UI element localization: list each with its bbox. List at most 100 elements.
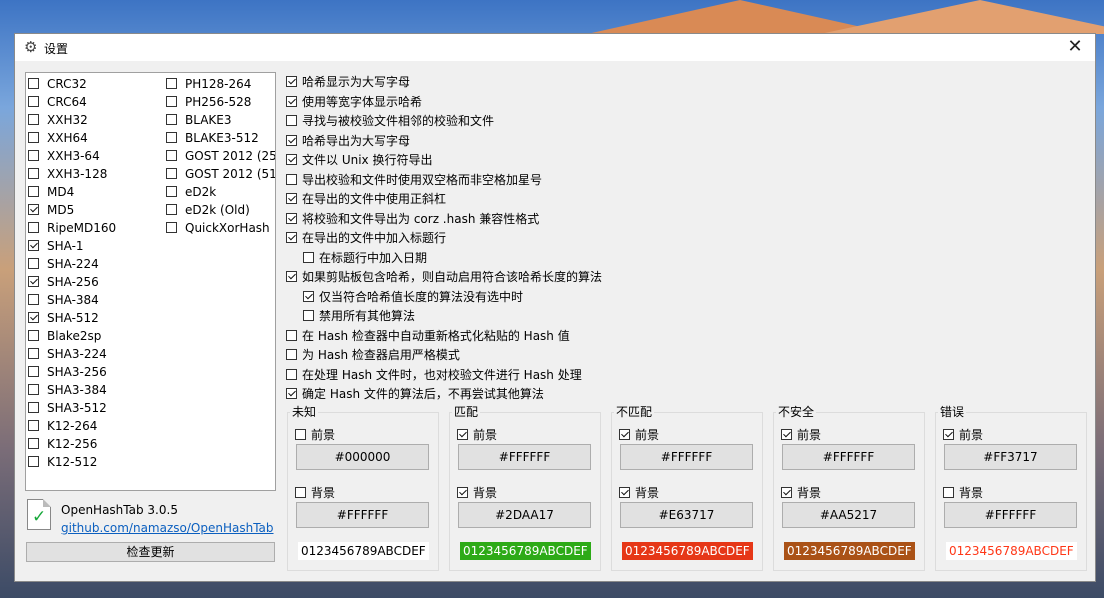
algorithm-list: CRC32 CRC64 XXH32 XXH64 XXH3-64 XXH3-128 MD4 MD… <box>25 72 276 491</box>
algorithm-checkbox[interactable] <box>28 78 39 89</box>
algorithm-checkbox[interactable] <box>28 402 39 413</box>
algorithm-checkbox[interactable] <box>28 96 39 107</box>
algorithm-checkbox[interactable] <box>166 150 177 161</box>
option-checkbox[interactable] <box>286 115 297 126</box>
algorithm-label: SHA-512 <box>47 311 99 325</box>
foreground-label: 前景 <box>635 428 660 442</box>
algorithm-label: XXH32 <box>47 113 88 127</box>
foreground-checkbox[interactable] <box>457 429 468 440</box>
option-checkbox[interactable] <box>286 193 297 204</box>
color-preview: 0123456789ABCDEF <box>622 542 753 560</box>
algorithm-label: SHA3-256 <box>47 365 107 379</box>
background-color-button[interactable]: #AA5217 <box>782 502 915 528</box>
option-checkbox[interactable] <box>286 388 297 399</box>
algorithm-checkbox[interactable] <box>166 168 177 179</box>
option-label: 为 Hash 检查器启用严格模式 <box>302 348 460 362</box>
option-label: 确定 Hash 文件的算法后，不再尝试其他算法 <box>302 387 544 401</box>
option-checkbox[interactable] <box>303 251 314 263</box>
option-checkbox[interactable] <box>286 76 297 87</box>
background-color-button[interactable]: #2DAA17 <box>458 502 591 528</box>
foreground-checkbox[interactable] <box>295 429 306 440</box>
color-group: 不匹配 前景 #FFFFFF 背景 #E63717 0123456789ABCDEF <box>611 405 763 571</box>
algorithm-checkbox[interactable] <box>28 240 39 251</box>
option-label: 哈希导出为大写字母 <box>302 133 411 148</box>
algorithm-checkbox[interactable] <box>166 96 177 107</box>
algorithm-checkbox[interactable] <box>28 168 39 179</box>
algorithm-checkbox[interactable] <box>28 366 39 377</box>
option-checkbox[interactable] <box>286 95 297 107</box>
option-checkbox[interactable] <box>286 329 297 341</box>
foreground-color-button[interactable]: #FFFFFF <box>782 444 915 470</box>
algorithm-checkbox[interactable] <box>166 78 177 89</box>
option-label: 寻找与被校验文件相邻的校验和文件 <box>302 114 495 128</box>
algorithm-checkbox[interactable] <box>28 186 39 197</box>
algorithm-checkbox[interactable] <box>28 456 39 467</box>
algorithm-checkbox[interactable] <box>28 348 39 359</box>
algorithm-checkbox[interactable] <box>28 258 39 269</box>
gear-icon: ⚙ <box>24 38 38 56</box>
option-checkbox[interactable] <box>286 154 297 165</box>
background-checkbox[interactable] <box>457 487 468 498</box>
option-checkbox[interactable] <box>286 368 297 380</box>
algorithm-checkbox[interactable] <box>28 294 39 305</box>
algorithm-checkbox[interactable] <box>28 312 39 323</box>
option-label: 哈希显示为大写字母 <box>302 75 411 89</box>
foreground-color-button[interactable]: #FF3717 <box>944 444 1077 470</box>
algorithm-checkbox[interactable] <box>166 186 177 197</box>
github-link[interactable]: github.com/namazso/OpenHashTab <box>61 521 274 535</box>
color-preview: 0123456789ABCDEF <box>946 542 1077 560</box>
foreground-color-button[interactable]: #000000 <box>296 444 429 470</box>
algorithm-checkbox[interactable] <box>28 420 39 431</box>
option-checkbox[interactable] <box>286 134 297 146</box>
algorithm-checkbox[interactable] <box>28 150 39 161</box>
option-checkbox[interactable] <box>286 271 297 282</box>
option-checkbox[interactable] <box>303 290 314 302</box>
algorithm-checkbox[interactable] <box>166 222 177 233</box>
option-checkbox[interactable] <box>286 349 297 360</box>
close-button[interactable]: ✕ <box>1055 34 1095 61</box>
algorithm-checkbox[interactable] <box>166 204 177 215</box>
option-checkbox[interactable] <box>286 212 297 224</box>
algorithm-checkbox[interactable] <box>28 222 39 233</box>
algorithm-checkbox[interactable] <box>166 132 177 143</box>
option-checkbox[interactable] <box>286 232 297 243</box>
algorithm-checkbox[interactable] <box>28 330 39 341</box>
close-icon: ✕ <box>1067 36 1083 57</box>
background-checkbox[interactable] <box>619 487 630 498</box>
algorithm-label: SHA3-224 <box>47 347 107 361</box>
foreground-checkbox[interactable] <box>781 429 792 440</box>
algorithm-label: PH128-264 <box>185 77 252 91</box>
foreground-checkbox[interactable] <box>619 429 630 440</box>
color-group-title: 不匹配 <box>614 405 655 419</box>
algorithm-label: QuickXorHash <box>185 221 270 235</box>
option-label: 在处理 Hash 文件时，也对校验文件进行 Hash 处理 <box>302 367 582 382</box>
background-checkbox[interactable] <box>943 487 954 498</box>
color-group: 匹配 前景 #FFFFFF 背景 #2DAA17 0123456789ABCDEF <box>449 405 601 571</box>
algorithm-label: BLAKE3 <box>185 113 232 127</box>
background-color-button[interactable]: #FFFFFF <box>296 502 429 528</box>
algorithm-label: SHA-256 <box>47 275 99 289</box>
option-label: 在标题行中加入日期 <box>319 250 428 265</box>
check-update-button[interactable]: 检查更新 <box>26 542 275 562</box>
background-color-button[interactable]: #E63717 <box>620 502 753 528</box>
algorithm-label: SHA-384 <box>47 293 99 307</box>
algorithm-checkbox[interactable] <box>28 132 39 143</box>
foreground-color-button[interactable]: #FFFFFF <box>458 444 591 470</box>
option-checkbox[interactable] <box>303 310 314 321</box>
background-label: 背景 <box>797 486 822 500</box>
background-checkbox[interactable] <box>781 487 792 498</box>
background-color-button[interactable]: #FFFFFF <box>944 502 1077 528</box>
algorithm-checkbox[interactable] <box>28 114 39 125</box>
algorithm-checkbox[interactable] <box>28 384 39 395</box>
color-group: 不安全 前景 #FFFFFF 背景 #AA5217 0123456789ABCDEF <box>773 405 925 571</box>
algorithm-checkbox[interactable] <box>28 438 39 449</box>
foreground-color-button[interactable]: #FFFFFF <box>620 444 753 470</box>
algorithm-checkbox[interactable] <box>28 276 39 287</box>
foreground-checkbox[interactable] <box>943 429 954 440</box>
background-checkbox[interactable] <box>295 487 306 498</box>
option-label: 在导出的文件中加入标题行 <box>302 231 447 245</box>
algorithm-checkbox[interactable] <box>28 204 39 215</box>
option-label: 在导出的文件中使用正斜杠 <box>302 192 447 206</box>
algorithm-checkbox[interactable] <box>166 114 177 125</box>
option-checkbox[interactable] <box>286 173 297 185</box>
